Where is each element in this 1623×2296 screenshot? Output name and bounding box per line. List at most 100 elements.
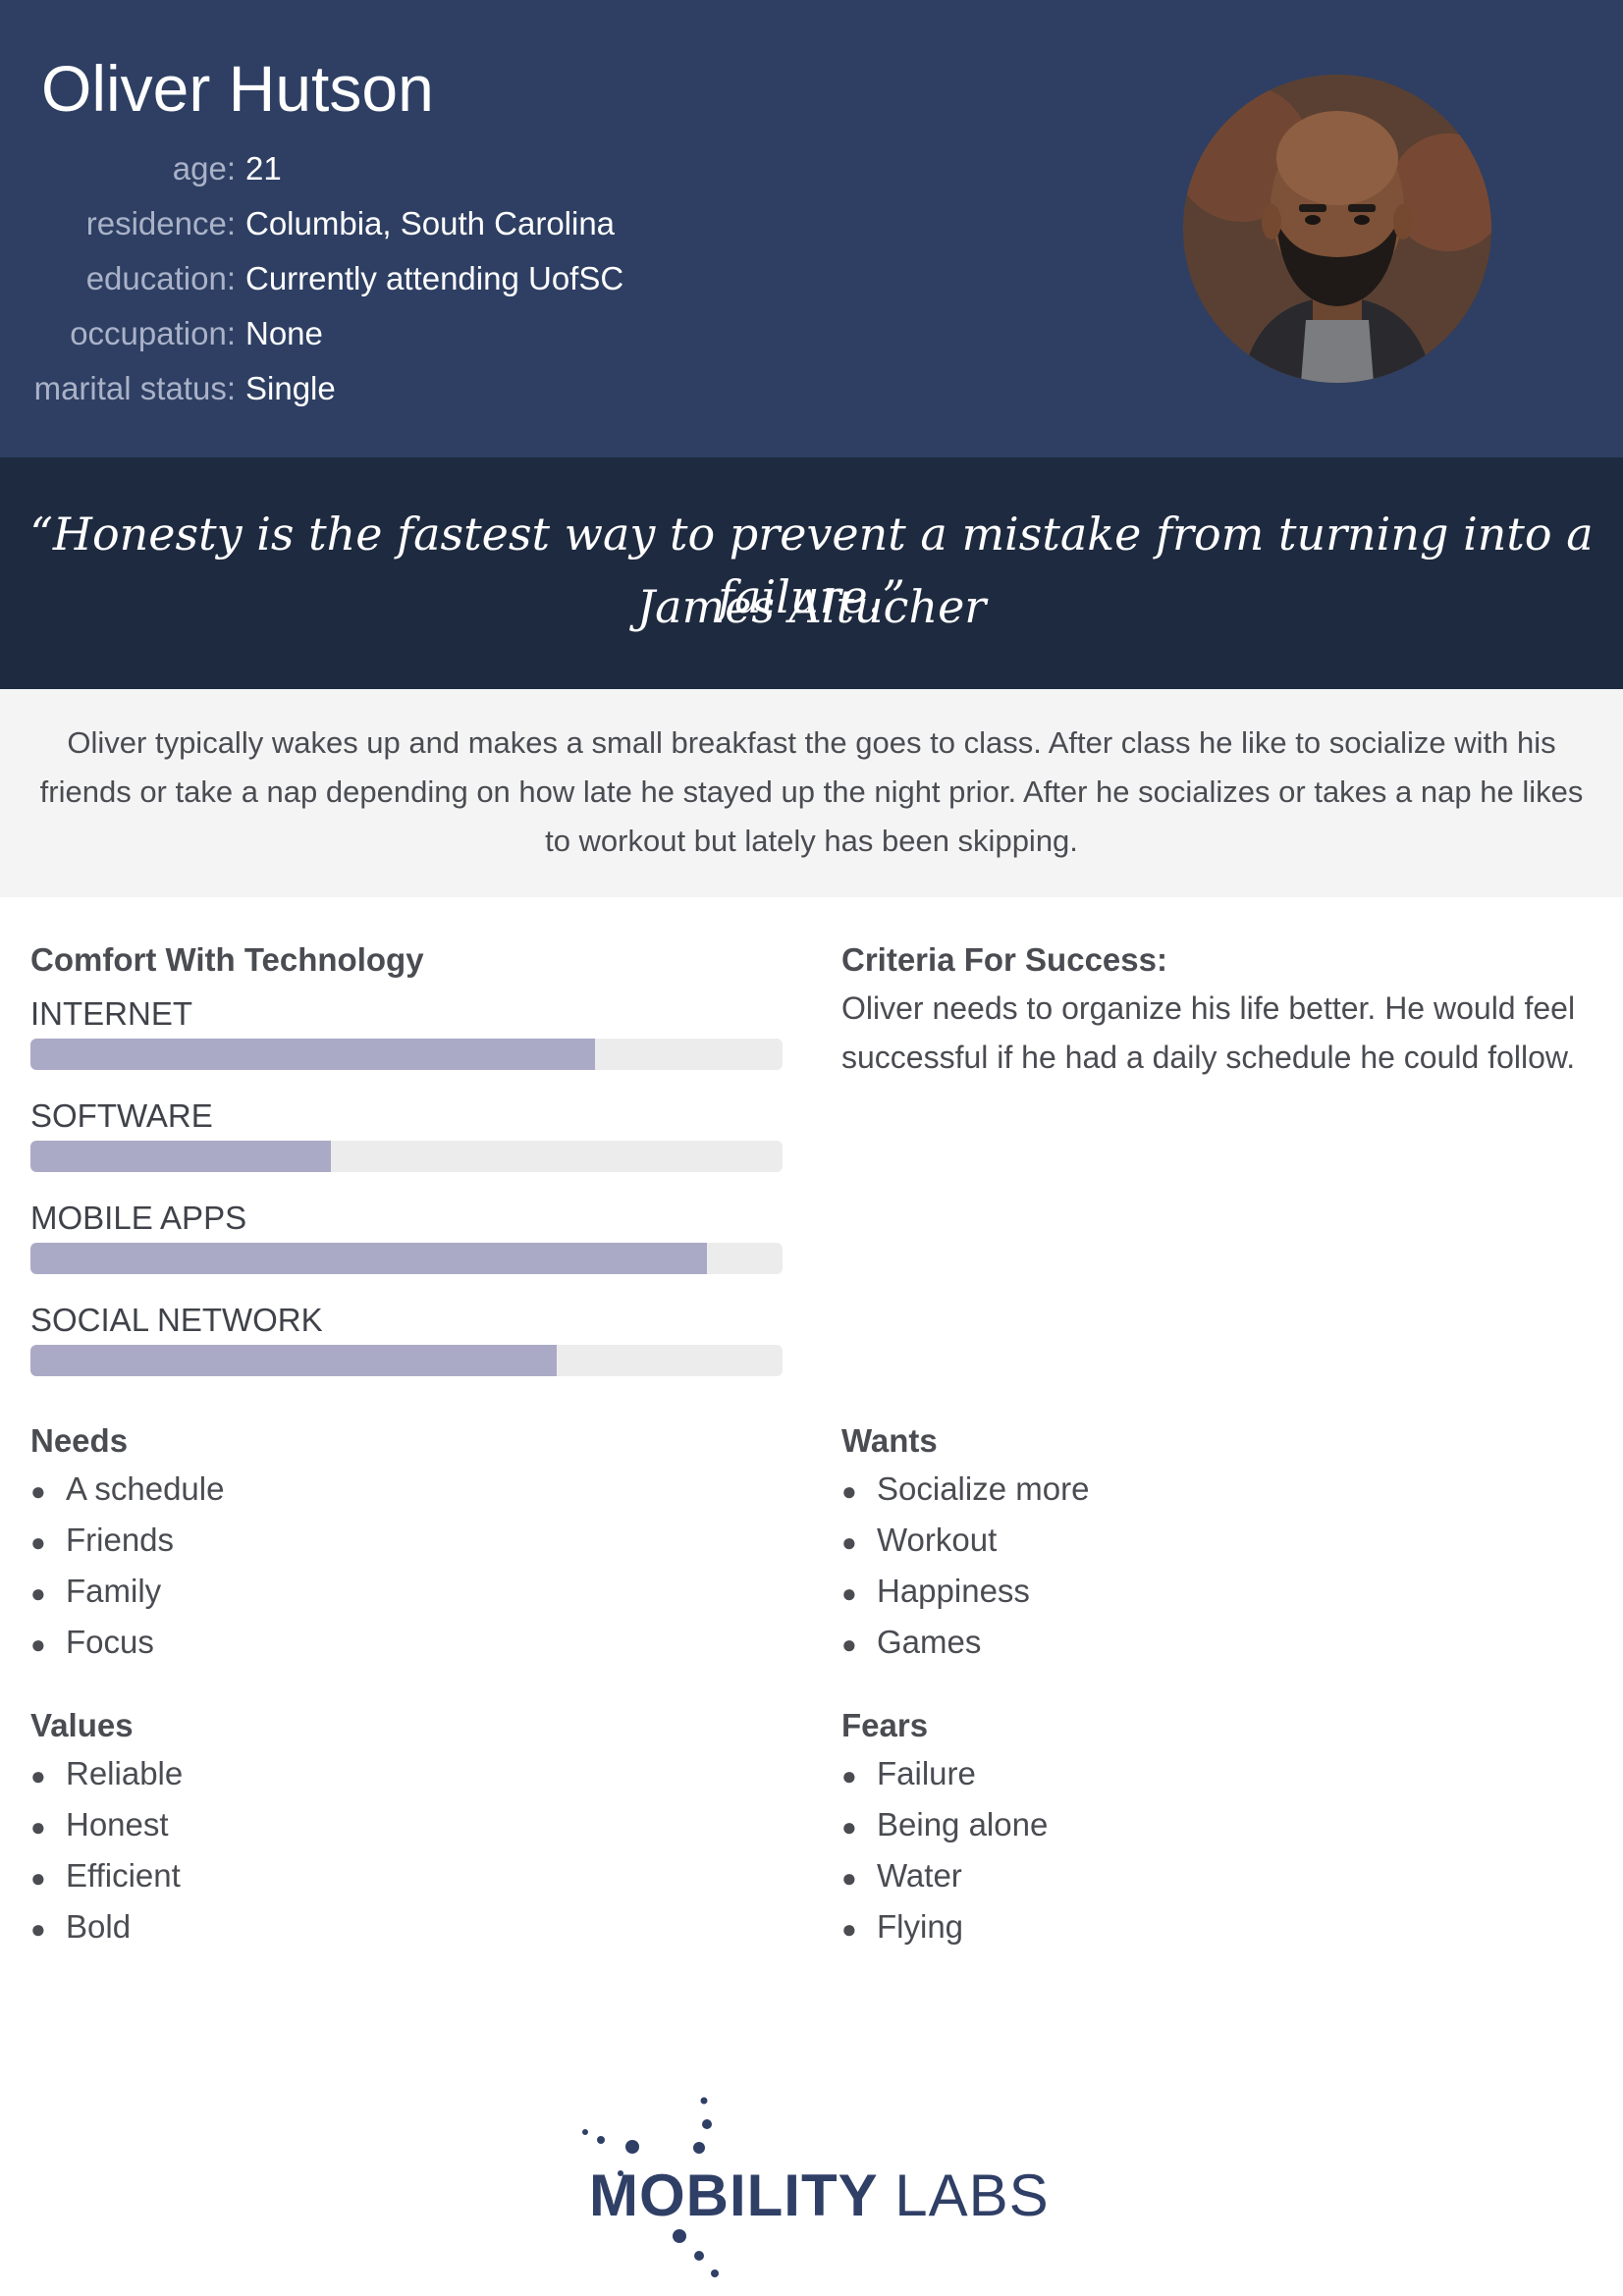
logo-wordmark: MOBILITY LABS: [589, 2162, 1050, 2229]
list-item: ● Being alone: [841, 1800, 1588, 1851]
list-item-text: A schedule: [66, 1470, 225, 1507]
persona-name: Oliver Hutson: [41, 52, 434, 125]
values-heading: Values: [30, 1707, 134, 1743]
fact-marital-status: marital status: Single: [0, 361, 623, 416]
list-item: ● Flying: [841, 1902, 1588, 1953]
avatar: [1183, 75, 1491, 383]
tech-item-internet: INTERNET: [30, 989, 783, 1070]
list-item-text: Socialize more: [877, 1470, 1090, 1507]
criteria-heading: Criteria For Success:: [841, 941, 1167, 978]
tech-bar-track: [30, 1039, 783, 1070]
bullet-icon: ●: [30, 1914, 46, 1944]
tech-label: MOBILE APPS: [30, 1200, 247, 1236]
logo-part1: MOBILITY: [589, 2163, 878, 2228]
list-item: ● Family: [30, 1567, 783, 1618]
description-band: Oliver typically wakes up and makes a sm…: [0, 689, 1623, 897]
tech-label: INTERNET: [30, 995, 192, 1032]
list-item: ● Efficient: [30, 1851, 783, 1902]
list-item-text: Water: [877, 1857, 962, 1894]
tech-item-software: SOFTWARE: [30, 1092, 783, 1172]
tech-bar-fill: [30, 1243, 708, 1274]
bullet-icon: ●: [841, 1629, 857, 1659]
fact-residence: residence: Columbia, South Carolina: [0, 196, 623, 251]
bullet-icon: ●: [841, 1812, 857, 1842]
technology-heading: Comfort With Technology: [30, 941, 424, 978]
bullet-icon: ●: [30, 1476, 46, 1506]
list-item-text: Failure: [877, 1755, 976, 1791]
wants-list: ● Socialize more ● Workout ● Happiness ● Gam…: [841, 1465, 1588, 1669]
bullet-icon: ●: [30, 1527, 46, 1557]
list-item-text: Bold: [66, 1908, 132, 1945]
bullet-icon: ●: [841, 1914, 857, 1944]
tech-bar-fill: [30, 1141, 332, 1172]
tech-item-social-network: SOCIAL NETWORK: [30, 1296, 783, 1376]
list-item-text: Being alone: [877, 1806, 1049, 1842]
list-item: ● Workout: [841, 1516, 1588, 1567]
tech-bar-fill: [30, 1039, 595, 1070]
avatar-portrait-icon: [1183, 75, 1491, 383]
fact-label: occupation:: [70, 315, 236, 351]
list-item-text: Family: [66, 1573, 162, 1609]
persona-facts: age: 21 residence: Columbia, South Carolin…: [0, 141, 624, 416]
logo-part2: LABS: [894, 2163, 1050, 2228]
quote-author: James Altucher: [636, 580, 987, 633]
list-item-text: Workout: [877, 1522, 998, 1558]
needs-section: Needs ● A schedule ● Friends ● Family ● Focu…: [30, 1417, 783, 1669]
fears-section: Fears ● Failure ● Being alone ● Water ● Flyi…: [841, 1702, 1588, 1953]
list-item: ● Water: [841, 1851, 1588, 1902]
bullet-icon: ●: [30, 1863, 46, 1893]
list-item: ● Focus: [30, 1618, 783, 1669]
values-section: Values ● Reliable ● Honest ● Efficient ● Bol…: [30, 1702, 783, 1953]
bullet-icon: ●: [841, 1527, 857, 1557]
list-item: ● Games: [841, 1618, 1588, 1669]
fact-label: education:: [85, 260, 236, 296]
list-item-text: Friends: [66, 1522, 175, 1558]
bullet-icon: ●: [30, 1812, 46, 1842]
fact-label: residence:: [85, 205, 236, 241]
needs-list: ● A schedule ● Friends ● Family ● Focus: [30, 1465, 783, 1669]
tech-label: SOCIAL NETWORK: [30, 1302, 323, 1338]
list-item-text: Games: [877, 1624, 982, 1660]
bullet-icon: ●: [841, 1863, 857, 1893]
fact-value: Columbia, South Carolina: [245, 205, 616, 241]
quote-band: “Honesty is the fastest way to prevent a…: [0, 457, 1623, 689]
tech-bar-track: [30, 1345, 783, 1376]
mobility-labs-logo: MOBILITY LABS: [550, 2091, 1080, 2287]
list-item: ● Failure: [841, 1749, 1588, 1800]
list-item: ● Bold: [30, 1902, 783, 1953]
fact-value: Single: [245, 370, 336, 406]
list-item-text: Efficient: [66, 1857, 181, 1894]
list-item: ● Socialize more: [841, 1465, 1588, 1516]
fact-value: Currently attending UofSC: [245, 260, 624, 296]
criteria-text: Oliver needs to organize his life better…: [841, 990, 1576, 1075]
tech-bar-track: [30, 1243, 783, 1274]
technology-section: Comfort With Technology INTERNET SOFTWAR…: [30, 936, 783, 1398]
fact-value: 21: [245, 150, 282, 187]
description-text: Oliver typically wakes up and makes a sm…: [39, 725, 1584, 858]
bullet-icon: ●: [30, 1761, 46, 1790]
list-item: ● A schedule: [30, 1465, 783, 1516]
bullet-icon: ●: [30, 1629, 46, 1659]
fears-list: ● Failure ● Being alone ● Water ● Flying: [841, 1749, 1588, 1953]
criteria-section: Criteria For Success: Oliver needs to or…: [841, 936, 1588, 1082]
needs-heading: Needs: [30, 1422, 129, 1459]
bullet-icon: ●: [841, 1578, 857, 1608]
tech-bar-fill: [30, 1345, 558, 1376]
list-item-text: Reliable: [66, 1755, 184, 1791]
tech-bar-track: [30, 1141, 783, 1172]
fact-education: education: Currently attending UofSC: [0, 251, 624, 306]
fact-label: age:: [172, 150, 236, 187]
tech-item-mobile-apps: MOBILE APPS: [30, 1194, 783, 1274]
fact-label: marital status:: [33, 370, 236, 406]
persona-header: Oliver Hutson age: 21 residence: Columbia,…: [0, 0, 1623, 457]
bullet-icon: ●: [841, 1761, 857, 1790]
list-item-text: Flying: [877, 1908, 964, 1945]
tech-label: SOFTWARE: [30, 1097, 213, 1134]
list-item-text: Honest: [66, 1806, 169, 1842]
list-item: ● Happiness: [841, 1567, 1588, 1618]
list-item-text: Focus: [66, 1624, 154, 1660]
list-item: ● Honest: [30, 1800, 783, 1851]
bullet-icon: ●: [841, 1476, 857, 1506]
fact-age: age: 21: [0, 141, 623, 196]
list-item-text: Happiness: [877, 1573, 1030, 1609]
